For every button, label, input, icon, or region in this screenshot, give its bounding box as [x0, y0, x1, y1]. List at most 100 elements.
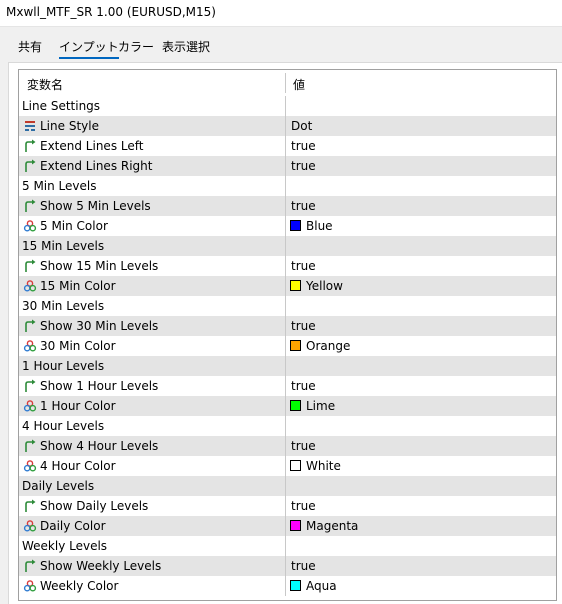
group-label: 1 Hour Levels: [22, 359, 105, 373]
property-row: Show 30 Min Levels true: [19, 316, 556, 336]
property-value-cell[interactable]: Magenta: [286, 516, 556, 536]
property-value: Yellow: [306, 279, 343, 293]
color-swatch: [290, 280, 301, 291]
property-value-cell[interactable]: White: [286, 456, 556, 476]
property-name: Show 15 Min Levels: [40, 259, 159, 273]
property-name: Extend Lines Left: [40, 139, 144, 153]
property-name-cell: Show 30 Min Levels: [19, 316, 286, 336]
group-header-row: 30 Min Levels: [19, 296, 556, 316]
property-value-cell[interactable]: Yellow: [286, 276, 556, 296]
property-value-cell[interactable]: Lime: [286, 396, 556, 416]
property-value: Blue: [306, 219, 333, 233]
property-value-cell[interactable]: true: [286, 256, 556, 276]
color-palette-icon: [23, 519, 37, 533]
property-value: Orange: [306, 339, 351, 353]
property-value-cell[interactable]: Dot: [286, 116, 556, 136]
property-name: 1 Hour Color: [40, 399, 116, 413]
tab-inputs[interactable]: インプット: [59, 38, 119, 59]
property-value-cell[interactable]: true: [286, 436, 556, 456]
color-swatch: [290, 460, 301, 471]
property-value: true: [291, 379, 316, 393]
group-name-cell: Daily Levels: [19, 476, 286, 496]
property-row: Show 5 Min Levels true: [19, 196, 556, 216]
bool-arrow-icon: [23, 139, 37, 153]
color-palette-icon: [23, 219, 37, 233]
window-title: Mxwll_MTF_SR 1.00 (EURUSD,M15): [6, 5, 216, 19]
property-name: Line Style: [40, 119, 99, 133]
property-name: Show 1 Hour Levels: [40, 379, 159, 393]
color-swatch: [290, 400, 301, 411]
property-row: 15 Min Color Yellow: [19, 276, 556, 296]
property-value-cell[interactable]: Aqua: [286, 576, 556, 596]
property-value-cell[interactable]: true: [286, 136, 556, 156]
header-variable-name: 変数名: [19, 73, 286, 93]
group-value-cell: [286, 476, 556, 496]
property-name-cell: Line Style: [19, 116, 286, 136]
property-value: Lime: [306, 399, 336, 413]
property-row: 1 Hour Color Lime: [19, 396, 556, 416]
group-name-cell: 15 Min Levels: [19, 236, 286, 256]
title-bar: Mxwll_MTF_SR 1.00 (EURUSD,M15): [0, 0, 562, 27]
property-name: 15 Min Color: [40, 279, 116, 293]
group-name-cell: Weekly Levels: [19, 536, 286, 556]
property-value: true: [291, 139, 316, 153]
property-name-cell: Weekly Color: [19, 576, 286, 596]
property-value: true: [291, 159, 316, 173]
property-name-cell: 1 Hour Color: [19, 396, 286, 416]
property-row: Show 1 Hour Levels true: [19, 376, 556, 396]
property-name-cell: 5 Min Color: [19, 216, 286, 236]
group-header-row: Line Settings: [19, 96, 556, 116]
property-value-cell[interactable]: Blue: [286, 216, 556, 236]
group-name-cell: 1 Hour Levels: [19, 356, 286, 376]
group-header-row: 15 Min Levels: [19, 236, 556, 256]
property-row: Show Weekly Levels true: [19, 556, 556, 576]
property-name: 30 Min Color: [40, 339, 116, 353]
property-row: 30 Min Color Orange: [19, 336, 556, 356]
tab-colors[interactable]: カラー: [118, 38, 154, 55]
group-name-cell: 4 Hour Levels: [19, 416, 286, 436]
property-value-cell[interactable]: true: [286, 156, 556, 176]
group-value-cell: [286, 296, 556, 316]
bool-arrow-icon: [23, 439, 37, 453]
tab-common[interactable]: 共有: [18, 38, 42, 55]
property-name-cell: Show 4 Hour Levels: [19, 436, 286, 456]
group-label: Weekly Levels: [22, 539, 108, 553]
color-swatch: [290, 580, 301, 591]
property-value: White: [306, 459, 341, 473]
property-value-cell[interactable]: true: [286, 376, 556, 396]
property-name-cell: Show Weekly Levels: [19, 556, 286, 576]
property-name: Show 5 Min Levels: [40, 199, 151, 213]
property-row: 4 Hour Color White: [19, 456, 556, 476]
inputs-grid: 変数名 値 Line Settings Line Style Dot Extend L…: [18, 69, 557, 601]
property-row: Extend Lines Left true: [19, 136, 556, 156]
property-row: Show 15 Min Levels true: [19, 256, 556, 276]
property-value-cell[interactable]: true: [286, 556, 556, 576]
property-value: true: [291, 259, 316, 273]
property-name: Show 30 Min Levels: [40, 319, 159, 333]
bool-arrow-icon: [23, 199, 37, 213]
property-value: Magenta: [306, 519, 359, 533]
grid-header-row: 変数名 値: [19, 70, 556, 93]
group-label: 5 Min Levels: [22, 179, 97, 193]
property-name: 5 Min Color: [40, 219, 108, 233]
group-header-row: Daily Levels: [19, 476, 556, 496]
line-style-icon: [23, 119, 37, 133]
property-name-cell: Daily Color: [19, 516, 286, 536]
group-header-row: 5 Min Levels: [19, 176, 556, 196]
property-row: Weekly Color Aqua: [19, 576, 556, 596]
property-value-cell[interactable]: true: [286, 316, 556, 336]
tab-visualization[interactable]: 表示選択: [162, 38, 210, 55]
property-name: Show Daily Levels: [40, 499, 149, 513]
group-label: 4 Hour Levels: [22, 419, 105, 433]
color-swatch: [290, 340, 301, 351]
property-name-cell: 15 Min Color: [19, 276, 286, 296]
property-value-cell[interactable]: Orange: [286, 336, 556, 356]
header-value-label: 値: [293, 78, 306, 92]
bool-arrow-icon: [23, 259, 37, 273]
group-label: Line Settings: [22, 99, 101, 113]
property-value-cell[interactable]: true: [286, 196, 556, 216]
group-header-row: Weekly Levels: [19, 536, 556, 556]
property-name-cell: Extend Lines Right: [19, 156, 286, 176]
group-label: 30 Min Levels: [22, 299, 105, 313]
property-value-cell[interactable]: true: [286, 496, 556, 516]
